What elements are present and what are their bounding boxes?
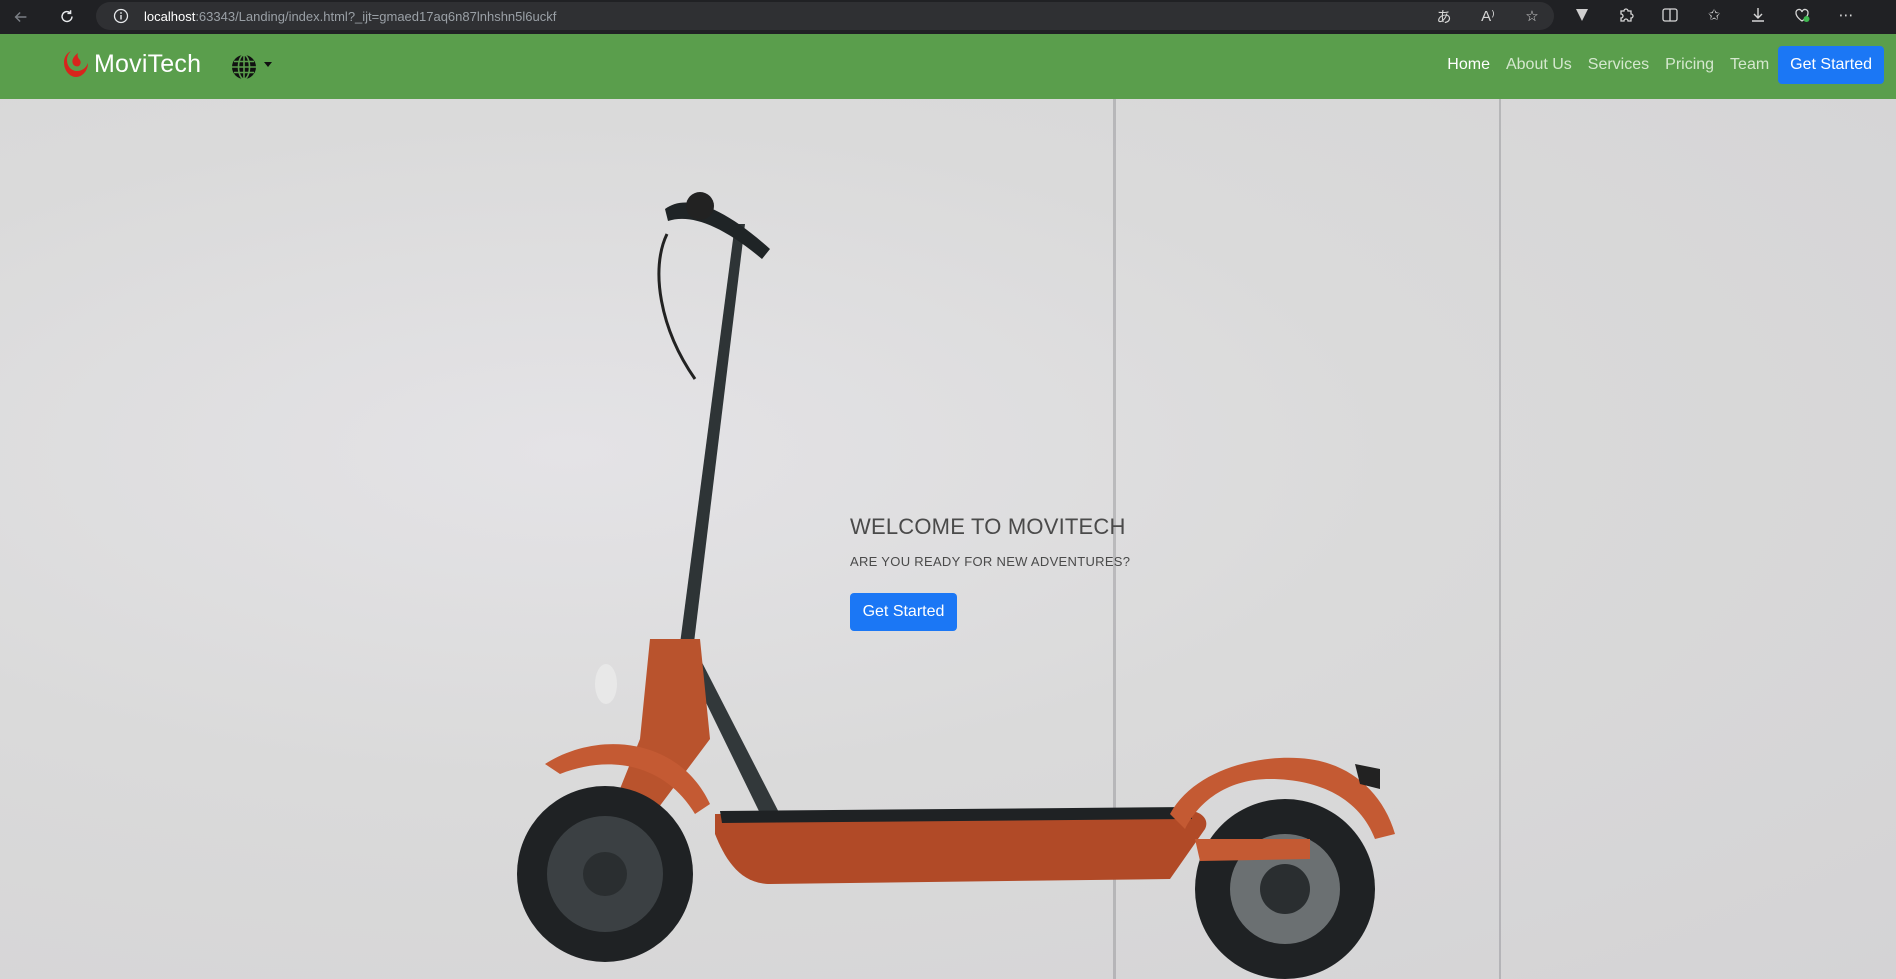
navbar: MoviTech Home About Us Services Pricing … [0,34,1896,99]
favorite-star-icon[interactable]: ☆ [1522,6,1542,26]
nav-menu: Home About Us Services Pricing Team Get … [1431,46,1884,84]
brand-name: MoviTech [94,49,202,78]
brand-logo-icon [64,51,88,77]
download-icon[interactable] [1748,5,1768,25]
read-aloud-icon[interactable]: A⁾ [1478,6,1498,26]
nav-link-home[interactable]: Home [1447,56,1490,74]
nav-link-services[interactable]: Services [1588,56,1649,74]
hero-subtitle: ARE YOU READY FOR NEW ADVENTURES? [850,554,1131,569]
favorites-icon[interactable]: ✩ [1704,5,1724,25]
nav-link-about-us[interactable]: About Us [1506,56,1572,74]
caret-down-icon [264,61,272,67]
hero-content: WELCOME TO MOVITECH ARE YOU READY FOR NE… [850,514,1131,631]
browser-essentials-icon[interactable] [1792,5,1812,25]
nav-link-team[interactable]: Team [1730,56,1769,74]
extension-v-icon[interactable] [1572,5,1592,25]
url-host: localhost [144,8,196,24]
hero-section: WELCOME TO MOVITECH ARE YOU READY FOR NE… [0,99,1896,979]
reload-icon[interactable] [54,4,80,30]
browser-toolbar: localhost:63343/Landing/index.html?_ijt=… [0,0,1896,34]
extensions-puzzle-icon[interactable] [1616,5,1636,25]
info-icon[interactable] [112,7,130,25]
translate-icon[interactable]: あ [1434,6,1454,26]
globe-icon [232,54,256,80]
split-screen-icon[interactable] [1660,5,1680,25]
hero-get-started-button[interactable]: Get Started [850,593,957,631]
address-bar[interactable]: localhost:63343/Landing/index.html?_ijt=… [96,2,1554,30]
more-icon[interactable]: ⋯ [1836,5,1856,25]
url-path: :63343/Landing/index.html?_ijt=gmaed17aq… [195,8,557,24]
brand[interactable]: MoviTech [58,46,201,82]
url-text[interactable]: localhost:63343/Landing/index.html?_ijt=… [144,9,556,24]
page-viewport: MoviTech Home About Us Services Pricing … [0,34,1896,979]
nav-link-pricing[interactable]: Pricing [1665,56,1714,74]
hero-title: WELCOME TO MOVITECH [850,514,1126,539]
back-arrow-icon[interactable] [8,4,34,30]
nav-get-started-button[interactable]: Get Started [1778,46,1884,84]
language-selector[interactable] [230,53,272,81]
